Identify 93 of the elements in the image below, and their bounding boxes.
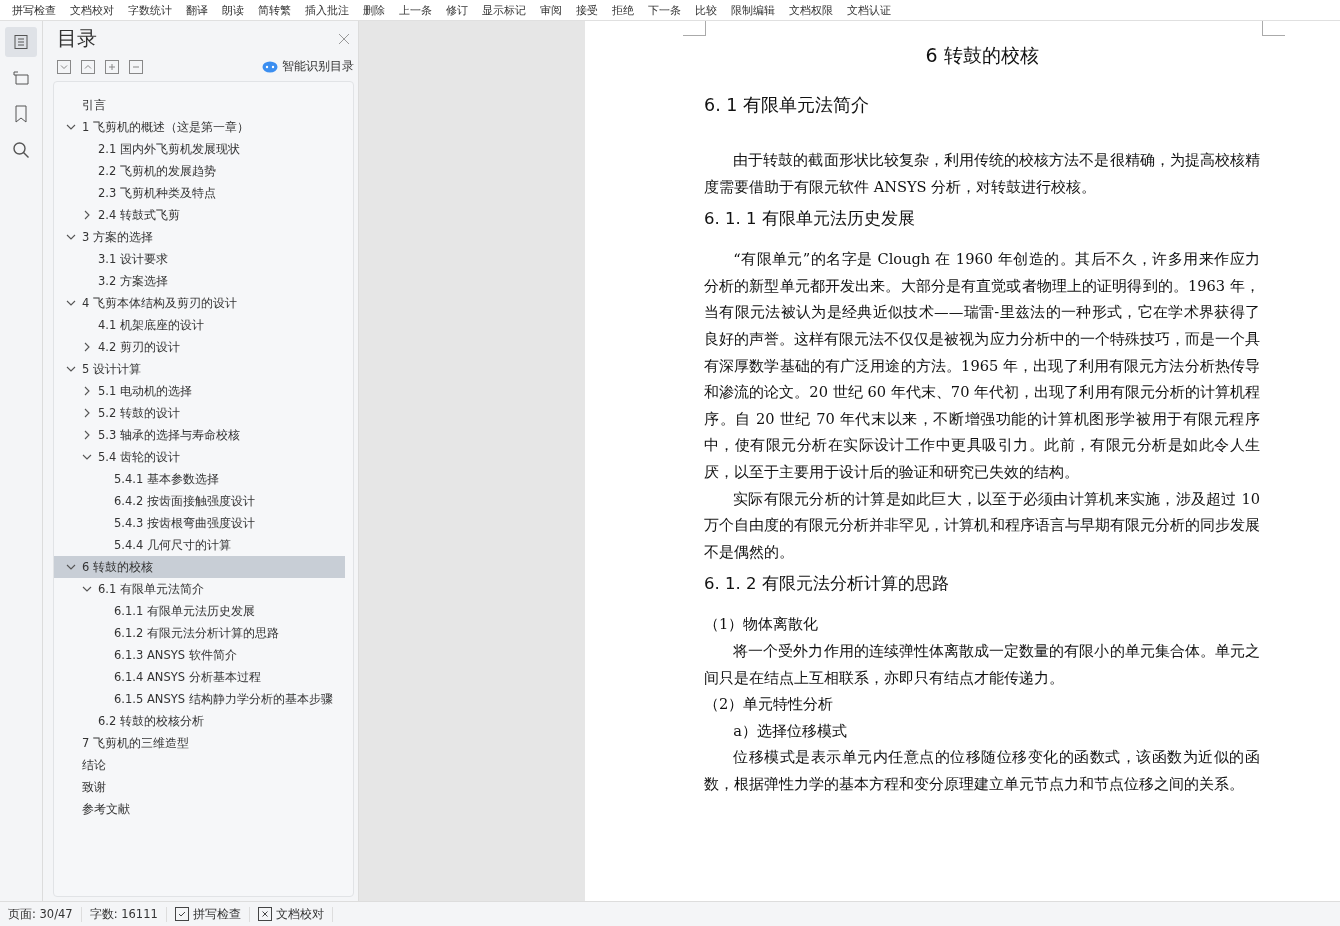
toolbar-button[interactable]: 字数统计: [128, 2, 172, 18]
toolbar-button[interactable]: 朗读: [222, 2, 244, 18]
outline-item[interactable]: 5.4.3 按齿根弯曲强度设计: [54, 512, 345, 534]
outline-item[interactable]: 2.2 飞剪机的发展趋势: [54, 160, 345, 182]
paragraph: 实际有限元分析的计算是如此巨大，以至于必须由计算机来实施，涉及超过 10 万个自由度的有限元分析并非罕见，计算机和程序语言与早期有限元分析的同步发展不是偶然的。: [704, 488, 1260, 562]
list-item: （2）单元特性分析: [704, 694, 835, 715]
toolbar-button[interactable]: 显示标记: [482, 2, 526, 18]
outline-item[interactable]: 3.2 方案选择: [54, 270, 345, 292]
toolbar-button[interactable]: 文档校对: [70, 2, 114, 18]
outline-item[interactable]: 4.1 机架底座的设计: [54, 314, 345, 336]
smart-toc-button[interactable]: 智能识别目录: [262, 58, 354, 75]
toolbar-button[interactable]: 上一条: [399, 2, 432, 18]
paragraph: 将一个受外力作用的连续弹性体离散成一定数量的有限小的单元集合体。单元之间只是在结点上互相联系，亦即只有结点才能传递力。: [704, 640, 1260, 688]
toolbar-button[interactable]: 删除: [363, 2, 385, 18]
outline-item[interactable]: 4.2 剪刃的设计: [54, 336, 345, 358]
chevron-down-icon[interactable]: [66, 232, 76, 242]
collapse-up-icon[interactable]: [81, 59, 95, 74]
toolbar-button[interactable]: 插入批注: [305, 2, 349, 18]
outline-item[interactable]: 6.1.2 有限元法分析计算的思路: [54, 622, 345, 644]
section-heading: 6. 1 有限单元法简介: [704, 94, 870, 117]
toolbar-button[interactable]: 拼写检查: [12, 2, 56, 18]
x-box-icon: [257, 907, 272, 921]
crop-mark: [1262, 21, 1285, 36]
plus-icon[interactable]: [105, 59, 119, 74]
outline-item[interactable]: 6 转鼓的校核: [54, 556, 345, 578]
chevron-right-icon[interactable]: [82, 386, 92, 396]
subsection-heading: 6. 1. 1 有限单元法历史发展: [704, 208, 916, 231]
toolbar-button[interactable]: 修订: [446, 2, 468, 18]
outline-item[interactable]: 6.1 有限单元法简介: [54, 578, 345, 600]
outline-item[interactable]: 5.4.4 几何尺寸的计算: [54, 534, 345, 556]
chevron-down-icon[interactable]: [82, 584, 92, 594]
paragraph: 位移模式是表示单元内任意点的位移随位移变化的函数式，该函数为近似的函数，根据弹性力学的基本方程和变分原理建立单元节点力和节点位移之间的关系。: [704, 747, 1260, 794]
outline-item[interactable]: 5.1 电动机的选择: [54, 380, 345, 402]
outline-item[interactable]: 6.1.3 ANSYS 软件简介: [54, 644, 345, 666]
outline-item[interactable]: 7 飞剪机的三维造型: [54, 732, 345, 754]
outline-item[interactable]: 3 方案的选择: [54, 226, 345, 248]
outline-item[interactable]: 参考文献: [54, 798, 345, 820]
chevron-down-icon[interactable]: [66, 122, 76, 132]
subsection-heading: 6. 1. 2 有限元法分析计算的思路: [704, 573, 950, 596]
outline-item[interactable]: 6.2 转鼓的校核分析: [54, 710, 345, 732]
outline-item[interactable]: 5.4.1 基本参数选择: [54, 468, 345, 490]
chapter-heading: 6 转鼓的校核: [924, 43, 1040, 68]
toolbar-button[interactable]: 限制编辑: [731, 2, 775, 18]
toolbar-button[interactable]: 下一条: [648, 2, 681, 18]
outline-item[interactable]: 4 飞剪本体结构及剪刃的设计: [54, 292, 345, 314]
chevron-right-icon[interactable]: [82, 430, 92, 440]
outline-item[interactable]: 6.1.1 有限单元法历史发展: [54, 600, 345, 622]
outline-item[interactable]: 5.2 转鼓的设计: [54, 402, 345, 424]
outline-item[interactable]: 6.1.5 ANSYS 结构静力学分析的基本步骤: [54, 688, 345, 710]
chevron-down-icon[interactable]: [66, 298, 76, 308]
word-count[interactable]: 字数: 16111: [81, 906, 167, 922]
outline-item[interactable]: 6.4.2 按齿面接触强度设计: [54, 490, 345, 512]
outline-item[interactable]: 致谢: [54, 776, 345, 798]
chevron-down-icon[interactable]: [66, 364, 76, 374]
outline-item[interactable]: 结论: [54, 754, 345, 776]
list-item: （1）物体离散化: [704, 614, 820, 635]
chevron-right-icon[interactable]: [82, 210, 92, 220]
outline-item[interactable]: 5.4 齿轮的设计: [54, 446, 345, 468]
toolbar-button[interactable]: 简转繁: [258, 2, 291, 18]
paragraph: 由于转鼓的截面形状比较复杂，利用传统的校核方法不是很精确，为提高校核精度需要借助于有限元软件 ANSYS 分析，对转鼓进行校核。: [704, 150, 1260, 197]
toolbar-button[interactable]: 拒绝: [612, 2, 634, 18]
list-subitem: a）选择位移模式: [732, 720, 848, 741]
outline-item[interactable]: 2.4 转鼓式飞剪: [54, 204, 345, 226]
panel-title: 目录: [57, 25, 97, 52]
crop-mark: [683, 21, 706, 36]
toolbar-button[interactable]: 审阅: [540, 2, 562, 18]
expand-down-icon[interactable]: [57, 59, 71, 74]
toolbar-button[interactable]: 文档权限: [789, 2, 833, 18]
paragraph: “有限单元”的名字是 Clough 在 1960 年创造的。其后不久，许多用来作应力分析的新型单元都开发出来。大部分是有直觉或者物理上的证明得到的。1963 年，当有限元法被认为是经典近似技术——瑞雷-里兹法的一种形式，它在学术界获得了良好的声誉。这样有限元法不仅仅是被视为应力分析中的一个特殊技巧，而是一个具有深厚数学基础的有广泛用途的方法。1965 年，出现了利用有限元方法分析热传导和渗流的论文。20 世纪 60 年代末、70 年代初，出现了利用有限元分析的计算机程序。自 20 世纪 70 年代末以来，不断增强功能的计算机图形学被用于有限元程序中，使有限元分析在实际设计工作中更具吸引力。此前，有限元分析是如此令人生厌，以至于主要用于设计后的验证和研究已失效的结构。: [704, 249, 1260, 482]
outline-item[interactable]: 引言: [54, 94, 345, 116]
page-count: 页面: 30/47: [0, 906, 82, 922]
chevron-right-icon[interactable]: [82, 342, 92, 352]
proofread-button[interactable]: 文档校对: [249, 906, 333, 922]
chevron-down-icon[interactable]: [66, 562, 76, 572]
check-box-icon: [174, 907, 189, 921]
robot-icon: [262, 60, 278, 73]
outline-item[interactable]: 1 飞剪机的概述（这是第一章）: [54, 116, 345, 138]
outline-item[interactable]: 5 设计计算: [54, 358, 345, 380]
toolbar-button[interactable]: 接受: [576, 2, 598, 18]
outline-item[interactable]: 2.1 国内外飞剪机发展现状: [54, 138, 345, 160]
outline-item[interactable]: 5.3 轴承的选择与寿命校核: [54, 424, 345, 446]
chevron-right-icon[interactable]: [82, 408, 92, 418]
spell-check-button[interactable]: 拼写检查: [166, 906, 250, 922]
toolbar-button[interactable]: 文档认证: [847, 2, 891, 18]
outline-item[interactable]: 6.1.4 ANSYS 分析基本过程: [54, 666, 345, 688]
toolbar-button[interactable]: 比较: [695, 2, 717, 18]
toolbar-button[interactable]: 翻译: [186, 2, 208, 18]
chevron-down-icon[interactable]: [82, 452, 92, 462]
outline-icon[interactable]: [5, 27, 37, 57]
outline-item[interactable]: 2.3 飞剪机种类及特点: [54, 182, 345, 204]
outline-item[interactable]: 3.1 设计要求: [54, 248, 345, 270]
close-icon[interactable]: [338, 32, 350, 45]
minus-icon[interactable]: [129, 59, 143, 74]
